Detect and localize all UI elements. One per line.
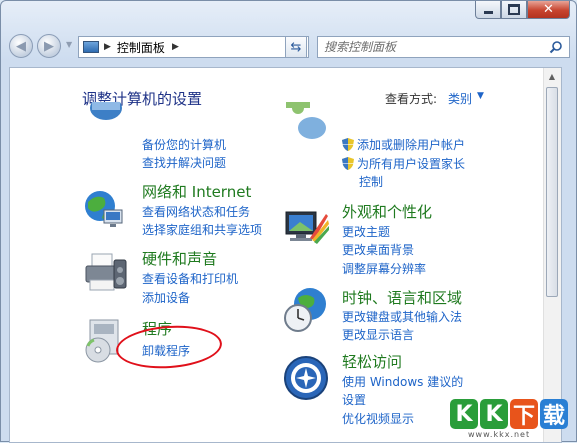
user-accounts-icon[interactable] <box>282 102 330 140</box>
link-parental-controls[interactable]: 为所有用户设置家长 <box>342 155 465 172</box>
link-change-background[interactable]: 更改桌面背景 <box>342 241 414 258</box>
clock-globe-icon[interactable] <box>282 286 330 334</box>
category-title-appearance[interactable]: 外观和个性化 <box>342 201 432 222</box>
appearance-monitor-icon[interactable] <box>282 204 330 252</box>
category-title-hardware[interactable]: 硬件和声音 <box>142 248 217 269</box>
forward-arrow-icon: ▶ <box>44 38 54 54</box>
link-add-remove-accounts-label[interactable]: 添加或删除用户帐户 <box>357 138 465 152</box>
link-homegroup-sharing[interactable]: 选择家庭组和共享选项 <box>142 221 262 238</box>
refresh-icon: ⇆ <box>290 39 302 55</box>
link-parental-controls-cont[interactable]: 控制 <box>359 173 383 190</box>
chevron-down-icon[interactable]: ▼ <box>477 91 484 101</box>
close-button[interactable]: ✕ <box>527 1 570 19</box>
uac-shield-icon <box>342 138 354 151</box>
link-troubleshoot[interactable]: 查找并解决问题 <box>142 154 226 171</box>
scrollbar-thumb[interactable] <box>546 87 558 297</box>
control-panel-icon <box>83 41 99 53</box>
printer-icon[interactable] <box>80 250 128 298</box>
link-backup-computer[interactable]: 备份您的计算机 <box>142 136 226 153</box>
view-by-label: 查看方式: <box>385 92 438 106</box>
address-bar[interactable]: ▶ 控制面板 ▶ ▼ <box>78 36 309 58</box>
link-windows-recommended-cont[interactable]: 设置 <box>342 391 366 408</box>
uac-shield-icon <box>342 157 354 170</box>
watermark-url: www.kkx.net <box>468 430 531 439</box>
watermark-letter: K <box>450 399 478 429</box>
red-highlight-circle <box>114 322 224 372</box>
watermark-letter: K <box>480 399 508 429</box>
link-change-display-language[interactable]: 更改显示语言 <box>342 326 414 343</box>
link-parental-controls-label[interactable]: 为所有用户设置家长 <box>357 157 465 171</box>
link-optimize-display[interactable]: 优化视频显示 <box>342 410 414 427</box>
close-icon: ✕ <box>543 2 554 17</box>
breadcrumb-control-panel[interactable]: 控制面板 <box>117 39 165 56</box>
link-change-theme[interactable]: 更改主题 <box>342 223 390 240</box>
maximize-button[interactable] <box>501 1 527 19</box>
link-windows-recommended[interactable]: 使用 Windows 建议的 <box>342 373 463 390</box>
category-title-network[interactable]: 网络和 Internet <box>142 181 251 202</box>
view-by-dropdown[interactable]: 类别 <box>448 90 472 107</box>
search-icon[interactable] <box>547 38 565 56</box>
link-change-keyboard[interactable]: 更改键盘或其他输入法 <box>342 308 462 325</box>
content-pane: 调整计算机的设置 查看方式: 类别 ▼ 备份您的计算机 查找并解决问题 网络和 … <box>9 67 562 443</box>
maximize-icon <box>508 4 520 15</box>
watermark-logo: K K 下 载 www.kkx.net <box>446 397 572 439</box>
vertical-scrollbar[interactable]: ▲ <box>543 68 561 442</box>
link-add-remove-accounts[interactable]: 添加或删除用户帐户 <box>342 136 465 153</box>
search-input[interactable] <box>318 39 547 55</box>
back-arrow-icon: ◀ <box>16 38 26 54</box>
link-screen-resolution[interactable]: 调整屏幕分辨率 <box>342 260 426 277</box>
refresh-button[interactable]: ⇆ <box>285 36 307 58</box>
recent-pages-button[interactable]: ▼ <box>66 40 72 49</box>
link-devices-printers[interactable]: 查看设备和打印机 <box>142 270 238 287</box>
link-network-status[interactable]: 查看网络状态和任务 <box>142 203 250 220</box>
category-title-clock[interactable]: 时钟、语言和区域 <box>342 287 462 308</box>
minimize-icon <box>483 11 493 14</box>
window-caption-buttons: ✕ <box>475 1 570 21</box>
breadcrumb-separator[interactable]: ▶ <box>172 42 179 52</box>
watermark-letter: 载 <box>540 399 568 429</box>
ease-of-access-icon[interactable] <box>282 354 330 402</box>
link-add-device[interactable]: 添加设备 <box>142 289 190 306</box>
system-security-icon[interactable] <box>82 102 130 128</box>
category-title-ease-of-access[interactable]: 轻松访问 <box>342 351 402 372</box>
minimize-button[interactable] <box>475 1 501 19</box>
watermark-letter: 下 <box>510 399 538 429</box>
scroll-up-arrow-icon[interactable]: ▲ <box>544 68 560 85</box>
network-globe-icon[interactable] <box>80 184 128 232</box>
search-box[interactable] <box>317 36 570 58</box>
breadcrumb-separator[interactable]: ▶ <box>104 42 111 52</box>
navigation-bar: ◀ ▶ ▼ ▶ 控制面板 ▶ ▼ ⇆ <box>9 32 570 60</box>
control-panel-window: ✕ ◀ ▶ ▼ ▶ 控制面板 ▶ ▼ ⇆ 调整计算机的设置 查看方式: <box>0 0 577 443</box>
back-button[interactable]: ◀ <box>9 34 33 58</box>
forward-button[interactable]: ▶ <box>37 34 61 58</box>
